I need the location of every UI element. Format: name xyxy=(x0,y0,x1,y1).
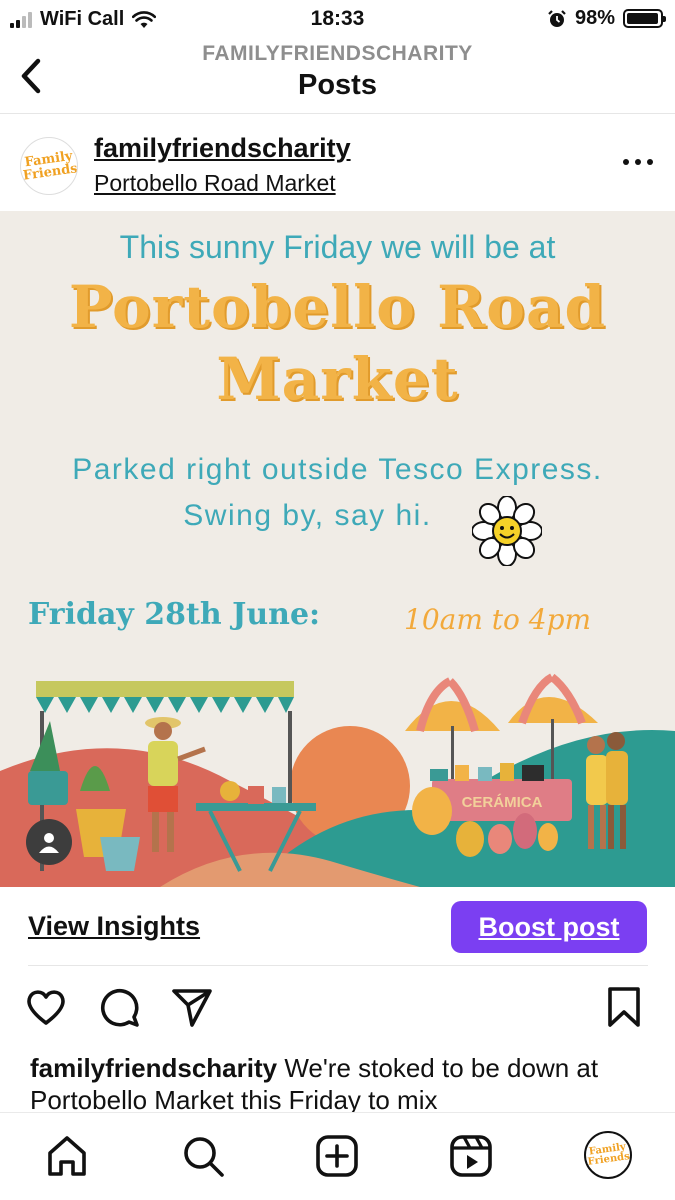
reels-icon[interactable] xyxy=(448,1133,494,1179)
image-event-time: 10am to 4pm xyxy=(404,603,592,636)
view-insights-link[interactable]: View Insights xyxy=(28,911,200,942)
bottom-nav: Family Friends xyxy=(0,1112,675,1200)
avatar[interactable]: Family Friends xyxy=(20,137,78,195)
page-title: Posts xyxy=(298,69,377,101)
market-illustration: CERÁMICA xyxy=(0,673,675,887)
insights-row: View Insights Boost post xyxy=(0,887,675,967)
divider xyxy=(28,965,648,966)
person-icon xyxy=(39,833,59,853)
bookmark-icon[interactable] xyxy=(602,985,646,1029)
search-icon[interactable] xyxy=(180,1133,226,1179)
comment-icon[interactable] xyxy=(98,985,142,1029)
post-actions xyxy=(0,985,675,1035)
avatar-logo-text: Family Friends xyxy=(21,148,78,184)
top-header: FAMILYFRIENDSCHARITY Posts xyxy=(0,38,675,114)
image-event-date: Friday 28th June: xyxy=(28,597,321,632)
post-location[interactable]: Portobello Road Market xyxy=(94,170,336,197)
plus-square-icon[interactable] xyxy=(314,1133,360,1179)
header-account-name: FAMILYFRIENDSCHARITY xyxy=(202,42,473,65)
boost-post-button[interactable]: Boost post xyxy=(451,901,647,953)
smiley-daisy-icon xyxy=(472,496,542,566)
tagged-users-button[interactable] xyxy=(26,819,72,865)
post-header: Family Friends familyfriendscharity Porto… xyxy=(0,115,675,211)
ceramica-sign: CERÁMICA xyxy=(462,794,543,811)
status-bar: WiFi Call 18:33 98% xyxy=(0,0,675,38)
profile-avatar-logo-text: Family Friends xyxy=(586,1141,631,1168)
post-image[interactable]: This sunny Friday we will be at Portobel… xyxy=(0,211,675,887)
image-title: Portobello Road Market xyxy=(68,273,607,413)
home-icon[interactable] xyxy=(44,1133,90,1179)
profile-tab-avatar[interactable]: Family Friends xyxy=(584,1131,632,1179)
image-text-intro: This sunny Friday we will be at xyxy=(119,229,556,265)
alarm-icon xyxy=(548,9,566,27)
image-text-location: Parked right outside Tesco Express. Swin… xyxy=(72,453,603,532)
post-caption: familyfriendscharity We're stoked to be … xyxy=(30,1052,650,1112)
send-icon[interactable] xyxy=(170,985,214,1029)
caption-username[interactable]: familyfriendscharity xyxy=(30,1053,277,1083)
battery-icon xyxy=(623,9,666,28)
status-right: 98% xyxy=(547,7,666,30)
post-username[interactable]: familyfriendscharity xyxy=(94,133,351,164)
heart-icon[interactable] xyxy=(24,985,68,1029)
more-options-icon[interactable] xyxy=(623,159,653,165)
battery-percent: 98% xyxy=(574,7,615,29)
